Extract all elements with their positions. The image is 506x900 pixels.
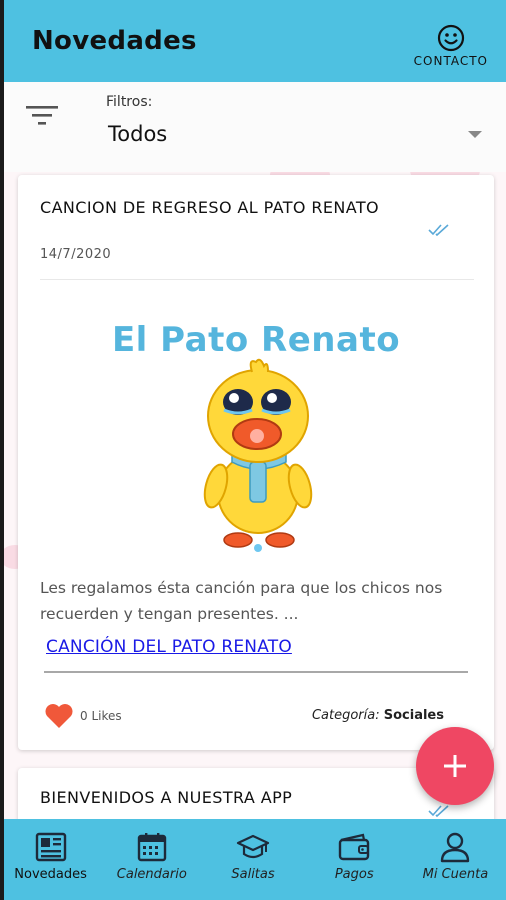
category-value: Sociales: [383, 708, 444, 723]
card-category: Categoría: Sociales: [312, 708, 444, 723]
duck-illustration: [203, 358, 313, 552]
card-divider: [40, 279, 474, 280]
contact-button[interactable]: CONTACTO: [414, 24, 488, 68]
device-frame-edge: [0, 0, 4, 900]
song-link[interactable]: CANCIÓN DEL PATO RENATO: [46, 637, 292, 657]
heart-icon: [45, 704, 73, 728]
double-check-icon: [428, 224, 449, 237]
contact-label: CONTACTO: [413, 54, 488, 68]
app-bar: Novedades CONTACTO: [0, 0, 506, 82]
dropdown-arrow-icon: [468, 130, 482, 138]
bottom-navigation: Novedades Calendario Salitas Pagos Mi Cu…: [0, 819, 506, 900]
page-title: Novedades: [32, 26, 197, 56]
filter-selected-value: Todos: [108, 122, 168, 146]
user-icon: [441, 832, 470, 863]
nav-label: Pagos: [334, 867, 374, 882]
nav-label: Calendario: [116, 867, 187, 882]
nav-item-mi-cuenta[interactable]: Mi Cuenta: [405, 819, 506, 900]
nav-item-calendario[interactable]: Calendario: [101, 819, 202, 900]
category-label: Categoría:: [311, 708, 380, 723]
graduation-cap-icon: [236, 834, 270, 859]
nav-label: Salitas: [231, 867, 275, 882]
calendar-icon: [137, 833, 166, 862]
wallet-icon: [339, 833, 370, 861]
filter-label: Filtros:: [106, 94, 153, 110]
card-title: BIENVENIDOS A NUESTRA APP: [40, 788, 293, 807]
nav-item-novedades[interactable]: Novedades: [0, 819, 101, 900]
card-image-title: El Pato Renato: [111, 320, 401, 360]
nav-item-pagos[interactable]: Pagos: [304, 819, 405, 900]
card-description: Les regalamos ésta canción para que los …: [40, 579, 443, 623]
double-check-icon: [428, 805, 449, 818]
nav-label: Novedades: [14, 867, 87, 882]
likes-count: 0 Likes: [80, 709, 122, 723]
filter-icon[interactable]: [26, 104, 60, 128]
nav-item-salitas[interactable]: Salitas: [202, 819, 303, 900]
smiley-face-icon: [437, 24, 464, 52]
link-divider: [44, 671, 468, 673]
news-card[interactable]: CANCION DE REGRESO AL PATO RENATO 14/7/2…: [18, 175, 494, 750]
card-title: CANCION DE REGRESO AL PATO RENATO: [40, 198, 380, 217]
newspaper-icon: [35, 832, 66, 862]
card-date: 14/7/2020: [40, 247, 112, 262]
plus-icon: [444, 755, 466, 777]
filters-bar: Filtros: Todos: [0, 82, 506, 172]
filter-select[interactable]: Todos: [100, 112, 490, 156]
nav-label: Mi Cuenta: [422, 867, 489, 882]
add-button[interactable]: [416, 727, 494, 805]
like-button[interactable]: 0 Likes: [44, 703, 122, 729]
